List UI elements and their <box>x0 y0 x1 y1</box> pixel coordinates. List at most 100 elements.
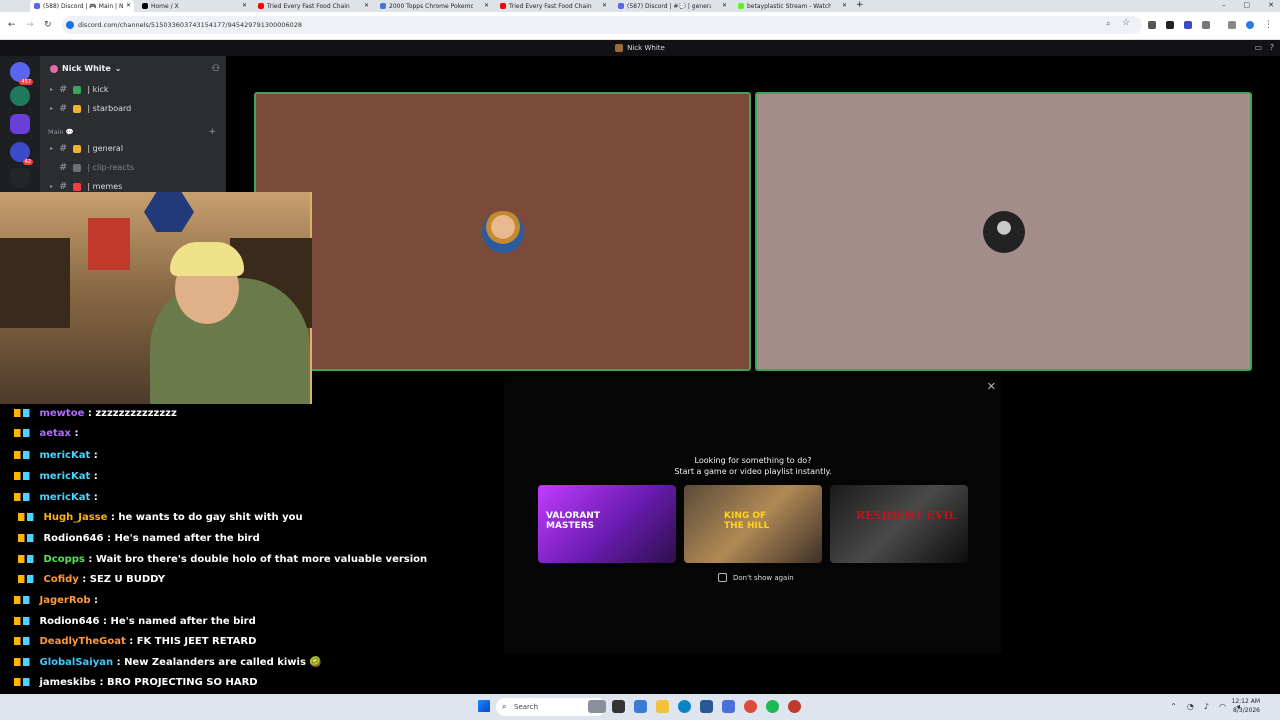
discord-home-icon[interactable]: 457 <box>10 62 33 85</box>
new-tab-button[interactable]: + <box>856 0 864 10</box>
activity-card-resident-evil[interactable]: RESIDENT EVIL <box>830 485 968 563</box>
server-icon[interactable] <box>10 168 30 188</box>
zoom-icon[interactable]: ⌕ <box>1106 19 1114 28</box>
taskbar-clock[interactable]: 12:12 AM 8/3/2026 <box>1232 697 1260 715</box>
server-icon[interactable] <box>10 86 30 106</box>
server-icon[interactable]: 42 <box>10 142 33 165</box>
chat-badge-icon <box>18 513 40 521</box>
add-member-icon[interactable]: ⚇ <box>212 64 220 74</box>
reload-icon[interactable]: ↻ <box>44 20 52 30</box>
chat-badge-icon <box>18 575 40 583</box>
chat-separator: : <box>103 533 115 544</box>
widget-icon[interactable] <box>588 700 606 713</box>
browser-tab[interactable]: Tried Every Fast Food Chain in ✕ <box>496 0 610 12</box>
task-view-icon[interactable] <box>612 700 625 713</box>
close-icon[interactable]: ✕ <box>987 380 996 393</box>
browser-tab[interactable]: Home / X ✕ <box>138 0 250 12</box>
browser-tab[interactable]: 2000 Topps Chrome Pokemon ✕ <box>376 0 492 12</box>
unread-badge: 42 <box>22 159 33 165</box>
close-tab-icon[interactable]: ✕ <box>842 2 847 9</box>
close-tab-icon[interactable]: ✕ <box>126 2 131 9</box>
participant-tile[interactable] <box>254 92 751 371</box>
chat-username[interactable]: mericKat <box>39 471 90 482</box>
browser-tab[interactable]: Tried Every Fast Food Chain in ✕ <box>254 0 372 12</box>
windows-start-icon[interactable] <box>478 700 490 712</box>
channel-memes[interactable]: ▸ # | memes <box>50 181 122 192</box>
browser-menu-icon[interactable]: ⋮ <box>1264 20 1273 30</box>
obs-icon[interactable] <box>788 700 801 713</box>
store-icon[interactable] <box>700 700 713 713</box>
voice-channel-icon <box>615 44 624 52</box>
channel-emoji-icon <box>73 182 82 191</box>
caret-icon: ▸ <box>50 105 54 112</box>
chrome-icon[interactable] <box>744 700 757 713</box>
close-tab-icon[interactable]: ✕ <box>602 2 607 9</box>
extension-icon[interactable] <box>1166 21 1174 29</box>
inbox-icon[interactable]: ▭ <box>1255 43 1263 52</box>
chat-separator: : <box>90 450 98 461</box>
activity-card-king-of-the-hill[interactable]: KING OF THE HILL <box>684 485 822 563</box>
chat-username[interactable]: Hugh_Jasse <box>43 512 107 523</box>
close-tab-icon[interactable]: ✕ <box>722 2 727 9</box>
site-info-icon[interactable] <box>66 21 74 29</box>
close-window-button[interactable]: ✕ <box>1268 1 1274 9</box>
close-tab-icon[interactable]: ✕ <box>484 2 489 9</box>
back-icon[interactable]: ← <box>8 20 16 30</box>
chat-message: GlobalSaiyan : New Zealanders are called… <box>14 657 322 668</box>
chat-username[interactable]: mericKat <box>39 492 90 503</box>
maximize-button[interactable]: ▢ <box>1244 1 1251 9</box>
channel-starboard[interactable]: ▸ # | starboard <box>50 103 131 114</box>
wifi-icon[interactable]: ◠ <box>1219 702 1226 711</box>
close-tab-icon[interactable]: ✕ <box>242 2 247 9</box>
extension-icon[interactable] <box>1148 21 1156 29</box>
dont-show-again-checkbox[interactable]: Don't show again <box>718 573 794 582</box>
channel-clip-reacts[interactable]: ▸#| clip-reacts <box>50 162 134 173</box>
chat-username[interactable]: GlobalSaiyan <box>39 657 113 668</box>
chat-username[interactable]: DeadlyTheGoat <box>39 636 125 647</box>
chat-username[interactable]: mericKat <box>39 450 90 461</box>
edge-icon[interactable] <box>678 700 691 713</box>
forward-icon[interactable]: → <box>26 20 34 30</box>
dont-show-label: Don't show again <box>733 573 794 582</box>
browser-tab[interactable]: (588) Discord | 🎮 Main | N ✕ <box>30 0 134 12</box>
channel-kick[interactable]: ▸ # | kick <box>50 84 109 95</box>
stream-chat-overlay: mewtoe : zzzzzzzzzzzzzz aetax : mericKat… <box>0 408 430 709</box>
chat-username[interactable]: Dcopps <box>43 554 84 565</box>
minimize-button[interactable]: – <box>1222 1 1226 9</box>
app-icon[interactable] <box>634 700 647 713</box>
chat-text: he wants to do gay shit with you <box>118 512 303 523</box>
channel-general[interactable]: ▸ # | general <box>50 143 123 154</box>
chat-username[interactable]: aetax <box>39 428 71 439</box>
media-icon[interactable] <box>1228 21 1236 29</box>
chevron-up-icon[interactable]: ⌃ <box>1170 702 1177 711</box>
chat-username[interactable]: mewtoe <box>39 408 84 419</box>
help-icon[interactable]: ? <box>1270 43 1274 52</box>
chat-username[interactable]: JagerRob <box>39 595 90 606</box>
address-bar[interactable]: discord.com/channels/515033603743154177/… <box>62 16 1142 34</box>
chat-username[interactable]: Cofidy <box>43 574 78 585</box>
server-name-header[interactable]: Nick White ⌄ <box>50 64 122 73</box>
file-explorer-icon[interactable] <box>656 700 669 713</box>
extension-icon[interactable] <box>1184 21 1192 29</box>
mic-icon[interactable]: ♪ <box>1204 702 1209 711</box>
create-channel-icon[interactable]: + <box>208 127 216 137</box>
chat-username[interactable]: jameskibs <box>39 677 96 688</box>
profile-icon[interactable] <box>1246 21 1254 29</box>
caret-icon: ▸ <box>50 145 54 152</box>
chat-username[interactable]: Rodion646 <box>43 533 103 544</box>
category-main[interactable]: Main 💬 <box>48 128 74 136</box>
tab-title: Home / X <box>151 2 179 10</box>
participant-tile[interactable] <box>755 92 1252 371</box>
chat-username[interactable]: Rodion646 <box>39 616 99 627</box>
network-icon[interactable]: ◔ <box>1187 702 1194 711</box>
server-icon[interactable] <box>10 114 30 134</box>
activity-card-valorant-masters[interactable]: VALORANT MASTERS <box>538 485 676 563</box>
search-placeholder: Search <box>514 703 539 711</box>
close-tab-icon[interactable]: ✕ <box>364 2 369 9</box>
spotify-icon[interactable] <box>766 700 779 713</box>
bookmark-star-icon[interactable]: ☆ <box>1122 18 1130 28</box>
browser-tab[interactable]: (587) Discord | #💬 | general ✕ <box>614 0 730 12</box>
extensions-puzzle-icon[interactable] <box>1202 21 1210 29</box>
browser-tab[interactable]: betayplastic Stream - Watch Liv ✕ <box>734 0 850 12</box>
app-icon[interactable] <box>722 700 735 713</box>
